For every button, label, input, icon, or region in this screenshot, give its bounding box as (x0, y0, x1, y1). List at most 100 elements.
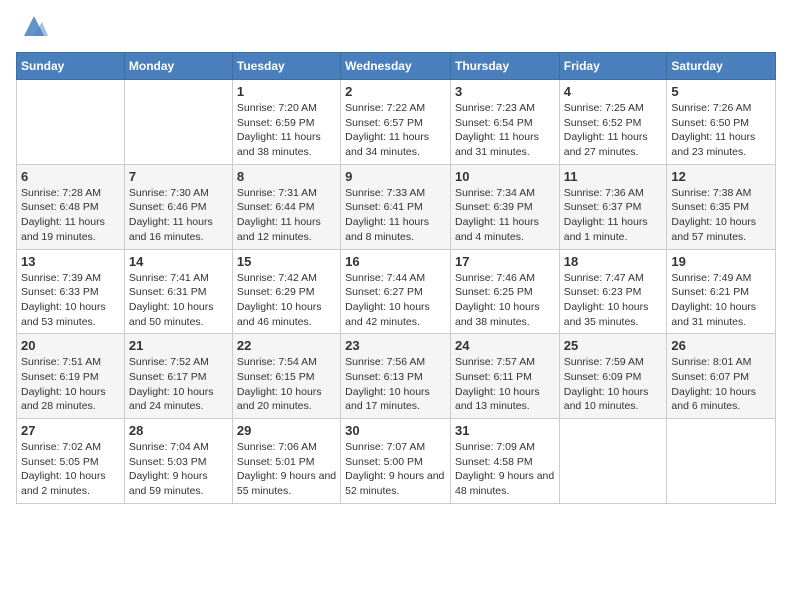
day-info: Sunrise: 7:23 AMSunset: 6:54 PMDaylight:… (455, 101, 555, 160)
day-info: Sunrise: 7:42 AMSunset: 6:29 PMDaylight:… (237, 271, 336, 330)
day-info: Sunrise: 7:33 AMSunset: 6:41 PMDaylight:… (345, 186, 446, 245)
calendar-week-row: 13Sunrise: 7:39 AMSunset: 6:33 PMDayligh… (17, 249, 776, 334)
calendar-cell: 8 Sunrise: 7:31 AMSunset: 6:44 PMDaylight… (232, 164, 340, 249)
calendar-cell: 15 Sunrise: 7:42 AMSunset: 6:29 PMDayligh… (232, 249, 340, 334)
calendar-cell: 27Sunrise: 7:02 AMSunset: 5:05 PMDayligh… (17, 419, 125, 504)
day-number: 26 (671, 338, 771, 353)
weekday-header-tuesday: Tuesday (232, 53, 340, 80)
day-number: 8 (237, 169, 336, 184)
day-number: 28 (129, 423, 228, 438)
day-number: 10 (455, 169, 555, 184)
weekday-header-sunday: Sunday (17, 53, 125, 80)
calendar-cell: 22 Sunrise: 7:54 AMSunset: 6:15 PMDayligh… (232, 334, 340, 419)
calendar-cell: 7 Sunrise: 7:30 AMSunset: 6:46 PMDaylight… (124, 164, 232, 249)
day-info: Sunrise: 7:20 AMSunset: 6:59 PMDaylight:… (237, 101, 336, 160)
day-number: 1 (237, 84, 336, 99)
calendar-week-row: 1 Sunrise: 7:20 AMSunset: 6:59 PMDaylight… (17, 80, 776, 165)
calendar-cell (559, 419, 667, 504)
calendar-cell: 14 Sunrise: 7:41 AMSunset: 6:31 PMDayligh… (124, 249, 232, 334)
day-number: 31 (455, 423, 555, 438)
calendar-cell: 13Sunrise: 7:39 AMSunset: 6:33 PMDayligh… (17, 249, 125, 334)
day-info: Sunrise: 7:51 AMSunset: 6:19 PMDaylight:… (21, 355, 120, 414)
calendar-cell: 29 Sunrise: 7:06 AMSunset: 5:01 PMDayligh… (232, 419, 340, 504)
calendar-cell: 18Sunrise: 7:47 AMSunset: 6:23 PMDayligh… (559, 249, 667, 334)
calendar-cell: 31Sunrise: 7:09 AMSunset: 4:58 PMDayligh… (450, 419, 559, 504)
logo (16, 16, 48, 40)
calendar-cell (17, 80, 125, 165)
day-info: Sunrise: 7:59 AMSunset: 6:09 PMDaylight:… (564, 355, 663, 414)
day-number: 7 (129, 169, 228, 184)
calendar-cell: 5Sunrise: 7:26 AMSunset: 6:50 PMDaylight… (667, 80, 776, 165)
calendar-week-row: 20 Sunrise: 7:51 AMSunset: 6:19 PMDayligh… (17, 334, 776, 419)
day-info: Sunrise: 7:28 AMSunset: 6:48 PMDaylight:… (21, 186, 120, 245)
day-info: Sunrise: 7:47 AMSunset: 6:23 PMDaylight:… (564, 271, 663, 330)
day-number: 12 (671, 169, 771, 184)
day-info: Sunrise: 7:57 AMSunset: 6:11 PMDaylight:… (455, 355, 555, 414)
day-number: 24 (455, 338, 555, 353)
calendar-cell: 10 Sunrise: 7:34 AMSunset: 6:39 PMDayligh… (450, 164, 559, 249)
calendar-cell: 6 Sunrise: 7:28 AMSunset: 6:48 PMDaylight… (17, 164, 125, 249)
calendar-cell: 2 Sunrise: 7:22 AMSunset: 6:57 PMDaylight… (341, 80, 451, 165)
day-number: 22 (237, 338, 336, 353)
calendar-table: SundayMondayTuesdayWednesdayThursdayFrid… (16, 52, 776, 504)
day-info: Sunrise: 7:46 AMSunset: 6:25 PMDaylight:… (455, 271, 555, 330)
day-number: 17 (455, 254, 555, 269)
day-info: Sunrise: 7:34 AMSunset: 6:39 PMDaylight:… (455, 186, 555, 245)
calendar-cell: 28 Sunrise: 7:04 AMSunset: 5:03 PMDayligh… (124, 419, 232, 504)
calendar-cell: 21 Sunrise: 7:52 AMSunset: 6:17 PMDayligh… (124, 334, 232, 419)
weekday-header-monday: Monday (124, 53, 232, 80)
day-info: Sunrise: 7:36 AMSunset: 6:37 PMDaylight:… (564, 186, 663, 245)
day-info: Sunrise: 7:54 AMSunset: 6:15 PMDaylight:… (237, 355, 336, 414)
calendar-cell: 17 Sunrise: 7:46 AMSunset: 6:25 PMDayligh… (450, 249, 559, 334)
day-number: 4 (564, 84, 663, 99)
day-number: 29 (237, 423, 336, 438)
day-info: Sunrise: 7:06 AMSunset: 5:01 PMDaylight:… (237, 440, 336, 499)
calendar-cell: 19 Sunrise: 7:49 AMSunset: 6:21 PMDayligh… (667, 249, 776, 334)
calendar-header: SundayMondayTuesdayWednesdayThursdayFrid… (17, 53, 776, 80)
day-info: Sunrise: 7:39 AMSunset: 6:33 PMDaylight:… (21, 271, 120, 330)
day-number: 30 (345, 423, 446, 438)
weekday-header-friday: Friday (559, 53, 667, 80)
page-header (16, 16, 776, 40)
calendar-cell: 23 Sunrise: 7:56 AMSunset: 6:13 PMDayligh… (341, 334, 451, 419)
calendar-cell (667, 419, 776, 504)
day-info: Sunrise: 7:30 AMSunset: 6:46 PMDaylight:… (129, 186, 228, 245)
calendar-cell: 30 Sunrise: 7:07 AMSunset: 5:00 PMDayligh… (341, 419, 451, 504)
calendar-cell: 26Sunrise: 8:01 AMSunset: 6:07 PMDayligh… (667, 334, 776, 419)
day-info: Sunrise: 7:26 AMSunset: 6:50 PMDaylight:… (671, 101, 771, 160)
calendar-cell: 25Sunrise: 7:59 AMSunset: 6:09 PMDayligh… (559, 334, 667, 419)
day-info: Sunrise: 7:22 AMSunset: 6:57 PMDaylight:… (345, 101, 446, 160)
day-info: Sunrise: 7:25 AMSunset: 6:52 PMDaylight:… (564, 101, 663, 160)
weekday-header-wednesday: Wednesday (341, 53, 451, 80)
logo-icon (20, 12, 48, 40)
day-number: 19 (671, 254, 771, 269)
day-info: Sunrise: 7:02 AMSunset: 5:05 PMDaylight:… (21, 440, 120, 499)
day-info: Sunrise: 7:31 AMSunset: 6:44 PMDaylight:… (237, 186, 336, 245)
day-info: Sunrise: 7:04 AMSunset: 5:03 PMDaylight:… (129, 440, 228, 499)
weekday-header-saturday: Saturday (667, 53, 776, 80)
calendar-cell: 3Sunrise: 7:23 AMSunset: 6:54 PMDaylight… (450, 80, 559, 165)
day-number: 14 (129, 254, 228, 269)
day-info: Sunrise: 7:56 AMSunset: 6:13 PMDaylight:… (345, 355, 446, 414)
day-number: 20 (21, 338, 120, 353)
day-info: Sunrise: 7:44 AMSunset: 6:27 PMDaylight:… (345, 271, 446, 330)
calendar-cell: 1 Sunrise: 7:20 AMSunset: 6:59 PMDaylight… (232, 80, 340, 165)
calendar-cell (124, 80, 232, 165)
day-number: 23 (345, 338, 446, 353)
calendar-cell: 4 Sunrise: 7:25 AMSunset: 6:52 PMDaylight… (559, 80, 667, 165)
weekday-header-row: SundayMondayTuesdayWednesdayThursdayFrid… (17, 53, 776, 80)
day-info: Sunrise: 7:52 AMSunset: 6:17 PMDaylight:… (129, 355, 228, 414)
day-number: 15 (237, 254, 336, 269)
day-number: 16 (345, 254, 446, 269)
day-number: 21 (129, 338, 228, 353)
day-info: Sunrise: 7:07 AMSunset: 5:00 PMDaylight:… (345, 440, 446, 499)
day-info: Sunrise: 7:49 AMSunset: 6:21 PMDaylight:… (671, 271, 771, 330)
calendar-cell: 9 Sunrise: 7:33 AMSunset: 6:41 PMDaylight… (341, 164, 451, 249)
calendar-cell: 24 Sunrise: 7:57 AMSunset: 6:11 PMDayligh… (450, 334, 559, 419)
day-number: 2 (345, 84, 446, 99)
day-number: 9 (345, 169, 446, 184)
day-info: Sunrise: 7:41 AMSunset: 6:31 PMDaylight:… (129, 271, 228, 330)
day-number: 6 (21, 169, 120, 184)
day-number: 11 (564, 169, 663, 184)
day-info: Sunrise: 7:38 AMSunset: 6:35 PMDaylight:… (671, 186, 771, 245)
